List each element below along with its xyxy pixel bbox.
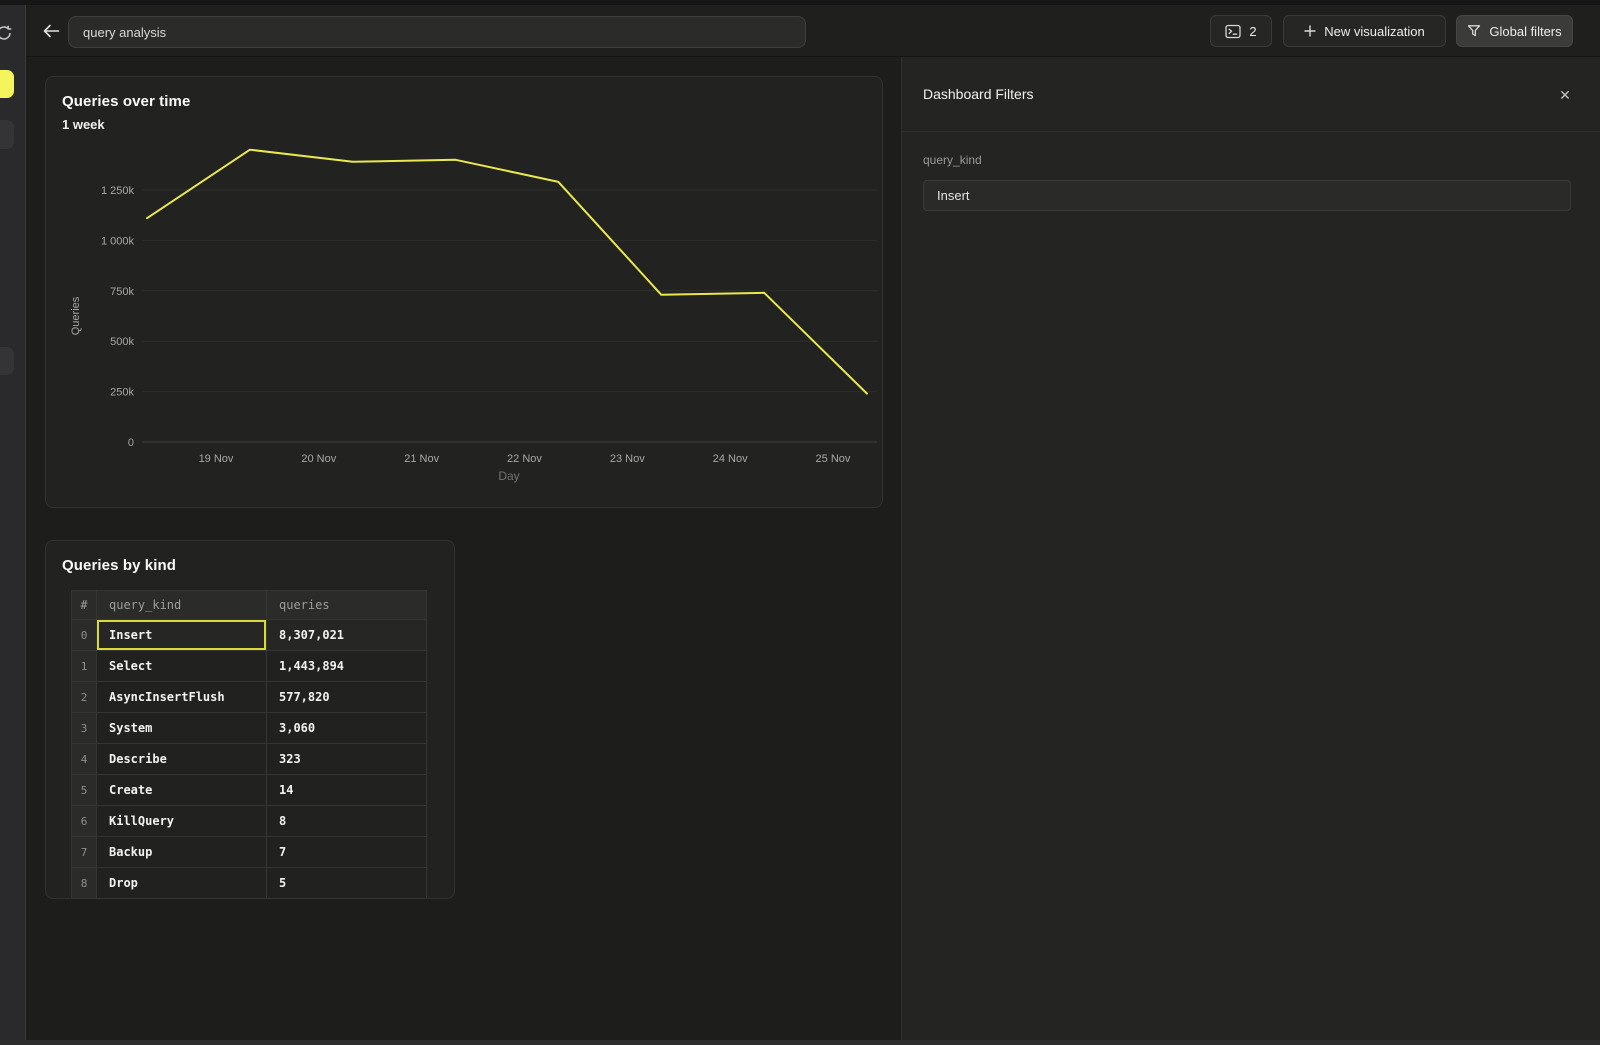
table-cell[interactable]: 7	[267, 837, 427, 868]
svg-text:22 Nov: 22 Nov	[507, 453, 542, 465]
svg-text:500k: 500k	[110, 336, 134, 348]
table-cell[interactable]: 3,060	[267, 713, 427, 744]
row-index-cell: 6	[72, 806, 97, 837]
table-cell[interactable]: AsyncInsertFlush	[97, 682, 267, 713]
table-column-header: query_kind	[97, 591, 267, 620]
panel-divider	[902, 131, 1600, 132]
table-cell[interactable]: 1,443,894	[267, 651, 427, 682]
table-cell[interactable]: 14	[267, 775, 427, 806]
table-row: 0Insert8,307,021	[72, 620, 427, 651]
table-cell[interactable]: Insert	[97, 620, 267, 651]
table-cell[interactable]: Create	[97, 775, 267, 806]
dashboard-title-input[interactable]	[68, 16, 806, 48]
table-row: 6KillQuery8	[72, 806, 427, 837]
console-count: 2	[1249, 24, 1256, 39]
table-cell[interactable]: 5	[267, 868, 427, 899]
filters-panel-title: Dashboard Filters	[923, 86, 1034, 102]
table-row: 4Describe323	[72, 744, 427, 775]
table-row: 1Select1,443,894	[72, 651, 427, 682]
table-row: 2AsyncInsertFlush577,820	[72, 682, 427, 713]
row-index-cell: 7	[72, 837, 97, 868]
new-visualization-label: New visualization	[1324, 24, 1424, 39]
close-filters-button[interactable]: ✕	[1555, 85, 1575, 105]
table-cell[interactable]: Select	[97, 651, 267, 682]
queries-over-time-line-chart: 0 250k 500k 750k 1 000k 1 250k 19 Nov 20 Nov 21 …	[46, 77, 884, 509]
history-refresh-icon[interactable]	[0, 24, 13, 42]
table-cell[interactable]: System	[97, 713, 267, 744]
queries-over-time-card: Queries over time 1 week 0250k500k750k1 …	[45, 76, 883, 508]
svg-text:750k: 750k	[110, 286, 134, 298]
table-column-header: queries	[267, 591, 427, 620]
back-button[interactable]	[38, 19, 64, 45]
svg-text:1 000k: 1 000k	[101, 235, 135, 247]
table-cell[interactable]: Drop	[97, 868, 267, 899]
svg-text:Day: Day	[498, 469, 519, 483]
dashboard-canvas: Queries over time 1 week 0250k500k750k1 …	[26, 57, 901, 1040]
table-row: 5Create14	[72, 775, 427, 806]
row-index-cell: 8	[72, 868, 97, 899]
row-index-cell: 1	[72, 651, 97, 682]
sidebar-item[interactable]	[0, 347, 14, 375]
table-header-row: #query_kindqueries	[72, 591, 427, 620]
queries-by-kind-table: #query_kindqueries 0Insert8,307,0211Sele…	[71, 590, 427, 899]
svg-text:Queries: Queries	[70, 296, 82, 335]
svg-text:250k: 250k	[110, 387, 134, 399]
sidebar-item[interactable]	[0, 120, 14, 149]
topbar: 2 New visualization Global filters	[26, 5, 1600, 57]
table-row: 8Drop5	[72, 868, 427, 899]
row-index-cell: 5	[72, 775, 97, 806]
table-row: 7Backup7	[72, 837, 427, 868]
svg-text:20 Nov: 20 Nov	[301, 453, 336, 465]
svg-text:0: 0	[128, 437, 134, 449]
close-icon: ✕	[1559, 87, 1571, 104]
query-kind-filter-label: query_kind	[923, 153, 982, 167]
query-kind-filter-input[interactable]: Insert	[923, 180, 1571, 211]
svg-text:24 Nov: 24 Nov	[713, 453, 748, 465]
table-cell[interactable]: KillQuery	[97, 806, 267, 837]
sidebar	[0, 5, 26, 1040]
plus-icon	[1304, 25, 1316, 37]
dashboard-filters-panel: Dashboard Filters ✕ query_kind Insert	[901, 57, 1600, 1045]
table-cell[interactable]: Backup	[97, 837, 267, 868]
terminal-window-icon	[1225, 24, 1241, 39]
window-bottom-edge	[0, 1040, 1600, 1045]
svg-text:25 Nov: 25 Nov	[816, 453, 851, 465]
table-cell[interactable]: 8,307,021	[267, 620, 427, 651]
table-title: Queries by kind	[62, 557, 176, 574]
table-cell[interactable]: 323	[267, 744, 427, 775]
queries-by-kind-card: Queries by kind #query_kindqueries 0Inse…	[45, 540, 455, 899]
table-cell[interactable]: Describe	[97, 744, 267, 775]
svg-text:19 Nov: 19 Nov	[199, 453, 234, 465]
row-index-cell: 2	[72, 682, 97, 713]
table-cell[interactable]: 8	[267, 806, 427, 837]
row-index-cell: 3	[72, 713, 97, 744]
console-queries-button[interactable]: 2	[1210, 15, 1272, 47]
new-visualization-button[interactable]: New visualization	[1283, 15, 1446, 47]
table-cell[interactable]: 577,820	[267, 682, 427, 713]
global-filters-button[interactable]: Global filters	[1456, 15, 1573, 47]
sidebar-item-active[interactable]	[0, 70, 14, 98]
table-row: 3System3,060	[72, 713, 427, 744]
arrow-left-icon	[43, 24, 60, 41]
row-index-cell: 4	[72, 744, 97, 775]
svg-text:21 Nov: 21 Nov	[404, 453, 439, 465]
svg-text:1 250k: 1 250k	[101, 185, 135, 197]
row-index-cell: 0	[72, 620, 97, 651]
table-column-header: #	[72, 591, 97, 620]
funnel-icon	[1467, 24, 1481, 38]
global-filters-label: Global filters	[1489, 24, 1561, 39]
svg-text:23 Nov: 23 Nov	[610, 453, 645, 465]
